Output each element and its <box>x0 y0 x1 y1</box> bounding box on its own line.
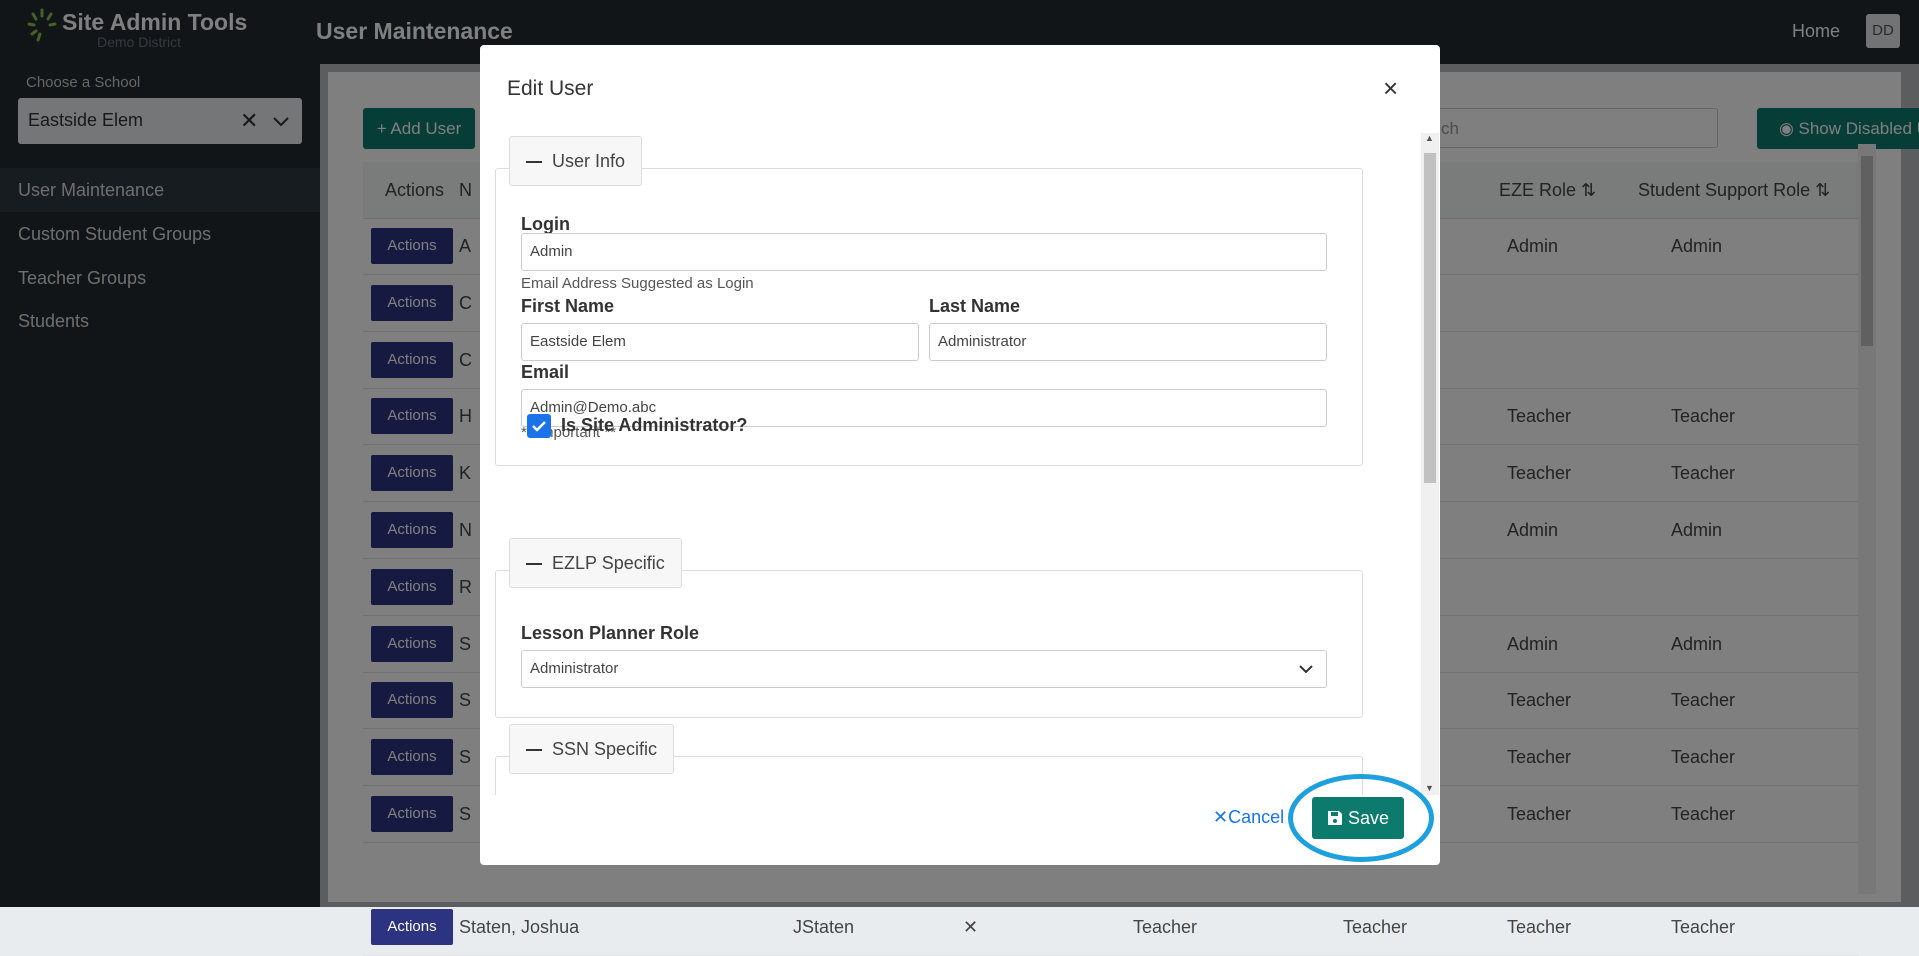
email-label: Email <box>521 362 570 382</box>
last-name-label: Last Name <box>929 296 1021 316</box>
highlight-circle <box>1288 774 1434 862</box>
close-icon[interactable]: × <box>1383 73 1398 104</box>
cell-eze-role: Teacher <box>1507 917 1572 937</box>
first-name-label: First Name <box>521 296 615 316</box>
site-admin-label[interactable]: Is Site Administrator? <box>561 415 747 436</box>
cancel-button[interactable]: ✕Cancel <box>1213 807 1284 828</box>
lesson-planner-role-label: Lesson Planner Role <box>521 623 700 643</box>
scroll-up-icon[interactable]: ▲ <box>1425 133 1434 143</box>
edit-user-modal: Edit User × Login Admin Email Address Su… <box>480 45 1440 865</box>
user-info-toggle[interactable]: User Info <box>509 136 643 186</box>
first-name-field[interactable]: Eastside Elem <box>521 323 919 361</box>
site-admin-checkbox[interactable] <box>527 414 551 438</box>
modal-scroll-thumb[interactable] <box>1424 153 1436 483</box>
collapse-icon <box>526 563 542 566</box>
modal-title: Edit User <box>507 77 594 100</box>
ezlp-fieldset: Lesson Planner Role Administrator <box>495 570 1363 718</box>
user-info-legend: User Info <box>552 151 626 171</box>
login-label: Login <box>521 214 570 234</box>
lesson-planner-role-value: Administrator <box>530 660 619 677</box>
table-row: Actions Staten, Joshua JStaten ✕ Teacher… <box>363 899 1859 956</box>
actions-button[interactable]: Actions <box>371 909 453 945</box>
close-icon: ✕ <box>1213 807 1229 827</box>
ezlp-legend: EZLP Specific <box>552 553 665 573</box>
cell-ss-role: Teacher <box>1671 917 1736 937</box>
lesson-planner-role-select[interactable]: Administrator <box>521 650 1327 688</box>
login-field[interactable]: Admin <box>521 233 1327 271</box>
collapse-icon <box>526 749 542 752</box>
last-name-field[interactable]: Administrator <box>929 323 1327 361</box>
ezlp-toggle[interactable]: EZLP Specific <box>509 538 682 588</box>
ssn-legend: SSN Specific <box>552 739 658 759</box>
cancel-label: Cancel <box>1228 807 1285 827</box>
ssn-toggle[interactable]: SSN Specific <box>509 724 675 774</box>
cell-role: Teacher <box>1343 917 1408 937</box>
scroll-down-icon[interactable]: ▼ <box>1425 783 1434 793</box>
cell-name: Staten, Joshua <box>459 917 580 937</box>
cell-login: JStaten <box>793 917 855 937</box>
collapse-icon <box>526 161 542 164</box>
chevron-down-icon <box>1299 665 1313 674</box>
cell-role: Teacher <box>1133 917 1198 937</box>
modal-body: Login Admin Email Address Suggested as L… <box>495 133 1413 795</box>
login-hint: Email Address Suggested as Login <box>521 275 754 292</box>
check-icon <box>532 421 546 432</box>
modal-scrollbar[interactable]: ▲ ▼ <box>1421 133 1439 795</box>
close-icon: ✕ <box>963 917 979 937</box>
